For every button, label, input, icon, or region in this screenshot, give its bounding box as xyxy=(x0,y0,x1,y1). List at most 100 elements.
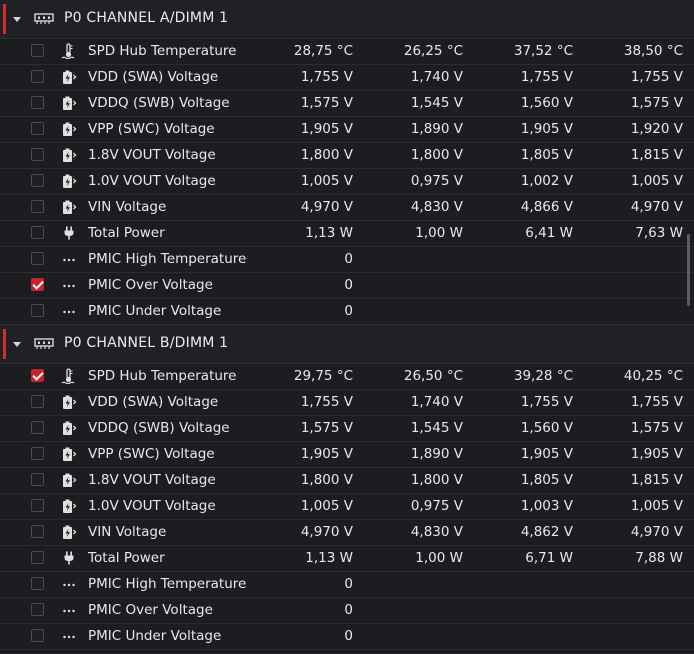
sensor-row[interactable]: VIN Voltage 4,970 V 4,830 V 4,866 V 4,970 V xyxy=(0,195,694,221)
battery-charge-icon xyxy=(61,173,77,189)
sensor-min-value: 0,975 V xyxy=(410,173,463,189)
sensor-checkbox[interactable] xyxy=(31,200,44,213)
sensor-row[interactable]: VDDQ (SWB) Voltage 1,575 V 1,545 V 1,560 V 1… xyxy=(0,91,694,117)
sensor-row[interactable]: PMIC Under Voltage 0 xyxy=(0,299,694,325)
sensor-row[interactable]: PMIC High Temperature 0 xyxy=(0,247,694,273)
dots-icon xyxy=(61,628,77,644)
sensor-name: Total Power xyxy=(88,550,165,566)
sensor-min-value: 1,545 V xyxy=(410,95,463,111)
sensor-current-value: 1,13 W xyxy=(305,550,353,566)
sensor-max-value: 1,755 V xyxy=(520,394,573,410)
sensor-avg-value: 1,815 V xyxy=(630,147,683,163)
sensor-row[interactable]: VDD (SWA) Voltage 1,755 V 1,740 V 1,755 V 1,… xyxy=(0,65,694,91)
sensor-checkbox[interactable] xyxy=(31,473,44,486)
sensor-checkbox[interactable] xyxy=(31,369,44,382)
battery-charge-icon xyxy=(61,199,77,215)
sensor-name: 1.8V VOUT Voltage xyxy=(88,472,216,488)
sensor-checkbox[interactable] xyxy=(31,96,44,109)
sensor-min-value: 1,890 V xyxy=(410,446,463,462)
chevron-down-icon[interactable] xyxy=(13,17,21,22)
sensor-checkbox[interactable] xyxy=(31,395,44,408)
sensor-row[interactable]: PMIC Over Voltage 0 xyxy=(0,273,694,299)
sensor-current-value: 28,75 °C xyxy=(293,43,353,59)
sensor-max-value: 4,866 V xyxy=(520,199,573,215)
scrollbar-thumb[interactable] xyxy=(687,234,690,306)
sensor-row[interactable]: VPP (SWC) Voltage 1,905 V 1,890 V 1,905 V 1,… xyxy=(0,442,694,468)
sensor-max-value: 1,560 V xyxy=(520,95,573,111)
sensor-avg-value: 40,25 °C xyxy=(623,368,683,384)
sensor-checkbox[interactable] xyxy=(31,122,44,135)
sensor-avg-value: 1,575 V xyxy=(630,95,683,111)
sensor-checkbox[interactable] xyxy=(31,577,44,590)
sensor-name: PMIC High Temperature xyxy=(88,251,247,267)
sensor-row[interactable]: 1.0V VOUT Voltage 1,005 V 0,975 V 1,002 V 1,… xyxy=(0,169,694,195)
sensor-checkbox[interactable] xyxy=(31,44,44,57)
sensor-row[interactable]: 1.8V VOUT Voltage 1,800 V 1,800 V 1,805 V 1,… xyxy=(0,468,694,494)
battery-charge-icon xyxy=(61,147,77,163)
sensor-row[interactable]: VDDQ (SWB) Voltage 1,575 V 1,545 V 1,560 V 1… xyxy=(0,416,694,442)
sensor-max-value: 1,905 V xyxy=(520,446,573,462)
sensor-avg-value: 38,50 °C xyxy=(623,43,683,59)
section-header[interactable]: P0 CHANNEL A/DIMM 1 xyxy=(0,0,694,39)
sensor-min-value: 4,830 V xyxy=(410,524,463,540)
dots-icon xyxy=(61,602,77,618)
sensor-row[interactable]: PMIC Over Voltage 0 xyxy=(0,598,694,624)
sensor-max-value: 1,805 V xyxy=(520,472,573,488)
sensor-name: 1.8V VOUT Voltage xyxy=(88,147,216,163)
battery-charge-icon xyxy=(61,524,77,540)
sensor-row[interactable]: VDD (SWA) Voltage 1,755 V 1,740 V 1,755 V 1,… xyxy=(0,390,694,416)
sensor-checkbox[interactable] xyxy=(31,525,44,538)
sensor-name: VDD (SWA) Voltage xyxy=(88,69,219,85)
sensor-max-value: 37,52 °C xyxy=(513,43,573,59)
sensor-avg-value: 4,970 V xyxy=(630,199,683,215)
sensor-checkbox[interactable] xyxy=(31,252,44,265)
sensor-row[interactable]: PMIC Under Voltage 0 xyxy=(0,624,694,650)
sensor-checkbox[interactable] xyxy=(31,174,44,187)
sensor-max-value: 6,41 W xyxy=(525,225,573,241)
sensor-checkbox[interactable] xyxy=(31,447,44,460)
sensor-name: PMIC Under Voltage xyxy=(88,628,222,644)
sensor-row[interactable]: Total Power 1,13 W 1,00 W 6,41 W 7,63 W xyxy=(0,221,694,247)
section-header[interactable]: P0 CHANNEL B/DIMM 1 xyxy=(0,325,694,364)
sensor-checkbox[interactable] xyxy=(31,499,44,512)
sensor-checkbox[interactable] xyxy=(31,70,44,83)
sensor-max-value: 4,862 V xyxy=(520,524,573,540)
sensor-max-value: 6,71 W xyxy=(525,550,573,566)
sensor-checkbox[interactable] xyxy=(31,603,44,616)
sensor-name: SPD Hub Temperature xyxy=(88,368,237,384)
battery-charge-icon xyxy=(61,121,77,137)
section-accent-bar xyxy=(3,4,6,34)
plug-icon xyxy=(61,225,77,241)
sensor-current-value: 1,755 V xyxy=(300,394,353,410)
sensor-row[interactable]: PMIC High Temperature 0 xyxy=(0,572,694,598)
sensor-row[interactable]: SPD Hub Temperature 28,75 °C 26,25 °C 37,52… xyxy=(0,39,694,65)
sensor-row[interactable]: 1.0V VOUT Voltage 1,005 V 0,975 V 1,003 V 1,… xyxy=(0,494,694,520)
sensor-avg-value: 1,005 V xyxy=(630,173,683,189)
sensor-row[interactable]: Total Power 1,13 W 1,00 W 6,71 W 7,88 W xyxy=(0,546,694,572)
sensor-avg-value: 1,755 V xyxy=(630,394,683,410)
sensor-checkbox[interactable] xyxy=(31,226,44,239)
battery-charge-icon xyxy=(61,394,77,410)
sensor-name: Total Power xyxy=(88,225,165,241)
section-title: P0 CHANNEL B/DIMM 1 xyxy=(64,335,229,351)
sensor-checkbox[interactable] xyxy=(31,278,44,291)
sensor-avg-value: 4,970 V xyxy=(630,524,683,540)
sensor-row[interactable]: SPD Hub Temperature 29,75 °C 26,50 °C 39,28… xyxy=(0,364,694,390)
chevron-down-icon[interactable] xyxy=(13,342,21,347)
sensor-min-value: 26,25 °C xyxy=(403,43,463,59)
sensor-checkbox[interactable] xyxy=(31,304,44,317)
sensor-row[interactable]: 1.8V VOUT Voltage 1,800 V 1,800 V 1,805 V 1,… xyxy=(0,143,694,169)
sensor-name: 1.0V VOUT Voltage xyxy=(88,498,216,514)
sensor-current-value: 1,575 V xyxy=(300,420,353,436)
sensor-max-value: 1,905 V xyxy=(520,121,573,137)
sensor-checkbox[interactable] xyxy=(31,421,44,434)
sensor-checkbox[interactable] xyxy=(31,629,44,642)
sensor-max-value: 1,003 V xyxy=(520,498,573,514)
dots-icon xyxy=(61,277,77,293)
sensor-row[interactable]: VPP (SWC) Voltage 1,905 V 1,890 V 1,905 V 1,… xyxy=(0,117,694,143)
sensor-row[interactable]: VIN Voltage 4,970 V 4,830 V 4,862 V 4,970 V xyxy=(0,520,694,546)
section-accent-bar xyxy=(3,329,6,359)
sensor-checkbox[interactable] xyxy=(31,148,44,161)
sensor-avg-value: 1,005 V xyxy=(630,498,683,514)
sensor-checkbox[interactable] xyxy=(31,551,44,564)
